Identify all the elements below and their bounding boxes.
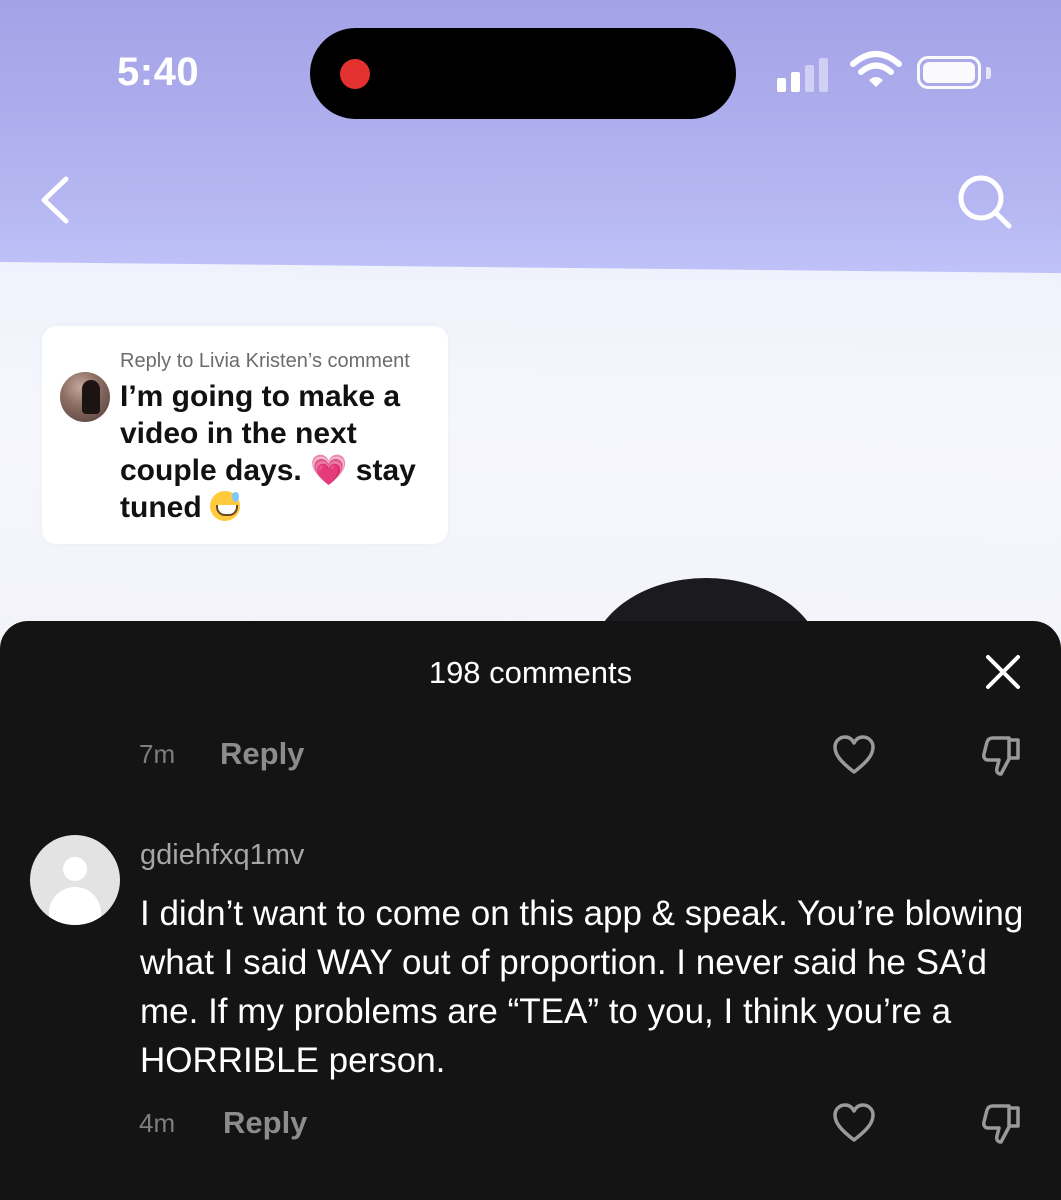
comments-count-title: 198 comments: [428, 655, 633, 690]
status-icons: [777, 51, 997, 92]
sticker-avatar: [60, 372, 110, 422]
comment-dislike-button[interactable]: [979, 1100, 1025, 1146]
dynamic-island: [310, 28, 736, 119]
previous-comment-like-button[interactable]: [831, 732, 877, 778]
previous-comment-dislike-button[interactable]: [979, 732, 1025, 778]
commenter-username[interactable]: gdiehfxq1mv: [140, 839, 304, 872]
battery-tip: [986, 67, 991, 79]
comment-time: 4m: [139, 1108, 176, 1138]
recording-indicator-icon: [340, 59, 370, 89]
previous-comment-time: 7m: [139, 739, 176, 769]
back-button[interactable]: [36, 175, 76, 225]
pink-heart-emoji-icon: 💗: [310, 454, 348, 487]
signal-bar-4: [819, 58, 828, 92]
default-avatar-head: [63, 857, 87, 881]
close-comments-button[interactable]: [982, 651, 1024, 693]
comment-reply-button[interactable]: Reply: [223, 1105, 307, 1141]
signal-bar-3: [805, 65, 814, 92]
battery-icon: [917, 56, 981, 89]
grinning-sweat-emoji-icon: [210, 491, 240, 521]
chevron-left-icon: [41, 176, 69, 224]
previous-comment-reply-button[interactable]: Reply: [220, 736, 304, 772]
wifi-icon: [850, 51, 902, 87]
comments-sheet: 198 comments 7m Reply gdiehfxq1mv I didn…: [0, 621, 1061, 1200]
status-time: 5:40: [117, 50, 200, 94]
close-icon: [986, 655, 1020, 689]
search-icon: [958, 175, 1012, 229]
heart-outline-icon: [833, 1103, 875, 1142]
signal-bar-1: [777, 78, 786, 92]
sticker-comment-text: I’m going to make a video in the next co…: [120, 378, 440, 526]
search-button[interactable]: [955, 172, 1015, 232]
thumbs-down-icon: [982, 1104, 1020, 1144]
default-avatar-body: [49, 887, 101, 925]
heart-outline-icon: [833, 735, 875, 774]
reply-to-label: Reply to Livia Kristen’s comment: [120, 350, 410, 372]
commenter-avatar[interactable]: [30, 835, 120, 925]
comment-text: I didn’t want to come on this app & spea…: [140, 894, 1024, 1080]
thumbs-down-icon: [982, 736, 1020, 776]
comment-like-button[interactable]: [831, 1100, 877, 1146]
signal-bar-2: [791, 72, 800, 92]
reply-comment-sticker[interactable]: Reply to Livia Kristen’s comment I’m goi…: [42, 326, 448, 544]
